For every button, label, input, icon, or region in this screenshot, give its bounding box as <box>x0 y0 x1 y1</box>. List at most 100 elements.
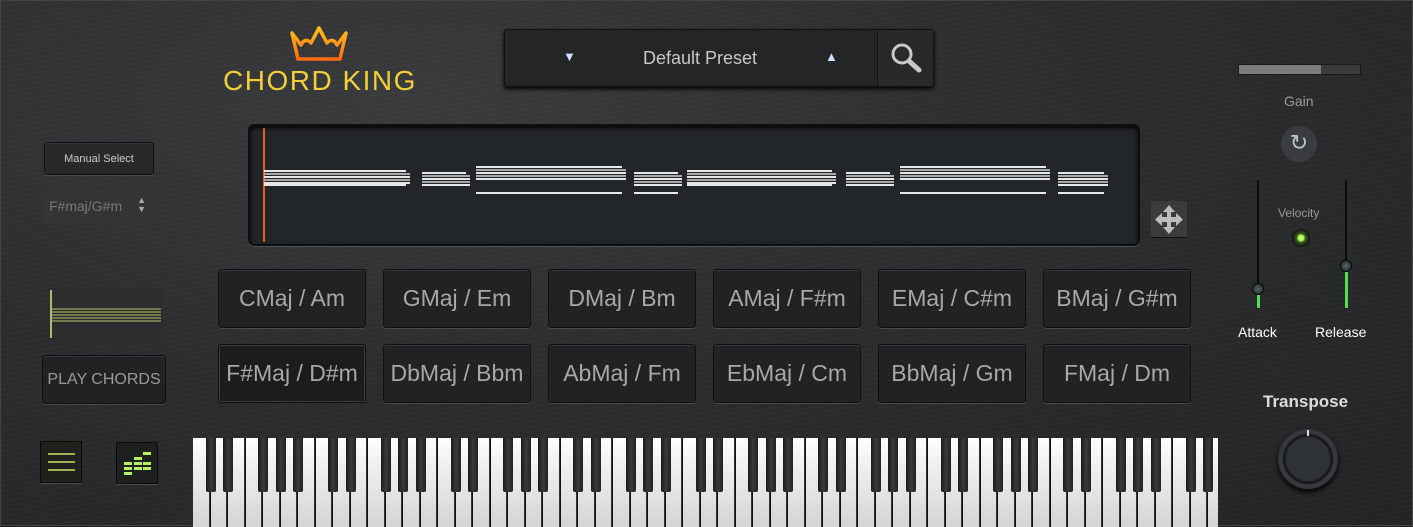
black-key[interactable] <box>223 438 233 492</box>
gain-slider[interactable] <box>1238 64 1361 75</box>
midi-note <box>846 175 894 177</box>
black-key[interactable] <box>643 438 653 492</box>
black-key[interactable] <box>520 438 531 492</box>
black-key[interactable] <box>695 438 706 492</box>
transpose-knob[interactable] <box>1278 429 1338 489</box>
midi-note <box>1058 192 1104 194</box>
midi-note <box>1058 184 1108 186</box>
play-chords-button[interactable]: PLAY CHORDS <box>42 355 166 404</box>
black-key[interactable] <box>468 438 478 492</box>
midi-note <box>687 170 832 172</box>
release-label: Release <box>1315 324 1367 340</box>
preset-next-button[interactable]: ▲ <box>825 49 838 64</box>
key-select-dropdown[interactable]: F#maj/G#m ▲ ▼ <box>43 189 156 223</box>
black-key[interactable] <box>205 438 216 492</box>
chord-button[interactable]: CMaj / Am <box>218 269 366 328</box>
black-key[interactable] <box>345 438 356 492</box>
black-key[interactable] <box>958 438 968 492</box>
midi-note <box>476 175 626 177</box>
chord-progression-display[interactable] <box>248 124 1140 246</box>
midi-note <box>264 170 406 172</box>
knob-indicator <box>1307 430 1309 436</box>
black-key[interactable] <box>328 438 338 492</box>
black-key[interactable] <box>1080 438 1091 492</box>
black-key[interactable] <box>905 438 916 492</box>
black-key[interactable] <box>258 438 268 492</box>
chord-button[interactable]: DMaj / Bm <box>548 269 696 328</box>
black-key[interactable] <box>415 438 426 492</box>
black-key[interactable] <box>293 438 303 492</box>
preset-name[interactable]: Default Preset <box>585 48 815 69</box>
midi-note <box>846 172 890 174</box>
black-key[interactable] <box>503 438 513 492</box>
reset-button[interactable]: ↻ <box>1281 126 1317 162</box>
midi-note <box>476 172 626 174</box>
attack-slider-thumb[interactable] <box>1252 282 1264 295</box>
release-slider-thumb[interactable] <box>1340 260 1352 273</box>
midi-note <box>900 169 1050 171</box>
midi-note <box>900 172 1050 174</box>
black-key[interactable] <box>748 438 758 492</box>
midi-note <box>422 181 470 183</box>
piano-keyboard[interactable] <box>193 438 1218 527</box>
preset-prev-button[interactable]: ▼ <box>563 49 576 64</box>
black-key[interactable] <box>835 438 846 492</box>
black-key[interactable] <box>573 438 583 492</box>
black-key[interactable] <box>590 438 601 492</box>
chord-king-plugin: CHORD KING ▼ Default Preset ▲ Manual Sel… <box>0 0 1413 527</box>
black-key[interactable] <box>625 438 636 492</box>
black-key[interactable] <box>783 438 793 492</box>
chord-button[interactable]: GMaj / Em <box>383 269 531 328</box>
chord-button[interactable]: BMaj / G#m <box>1043 269 1191 328</box>
black-key[interactable] <box>380 438 391 492</box>
midi-note <box>476 166 622 168</box>
chord-button[interactable]: EbMaj / Cm <box>713 344 861 403</box>
chord-button[interactable]: F#Maj / D#m <box>218 344 366 403</box>
black-key[interactable] <box>1150 438 1161 492</box>
black-key[interactable] <box>275 438 286 492</box>
black-key[interactable] <box>870 438 881 492</box>
move-icon <box>1155 205 1183 234</box>
drag-midi-button[interactable] <box>1151 201 1187 238</box>
black-key[interactable] <box>1010 438 1021 492</box>
black-key[interactable] <box>1115 438 1126 492</box>
midi-note <box>1058 175 1108 177</box>
midi-note <box>846 178 894 180</box>
black-key[interactable] <box>818 438 828 492</box>
midi-note <box>476 192 622 194</box>
black-key[interactable] <box>940 438 951 492</box>
menu-button[interactable] <box>40 441 82 483</box>
sequencer-button[interactable] <box>116 442 158 484</box>
black-key[interactable] <box>1185 438 1196 492</box>
black-key[interactable] <box>993 438 1003 492</box>
black-key[interactable] <box>1063 438 1073 492</box>
chord-button[interactable]: BbMaj / Gm <box>878 344 1026 403</box>
chord-button[interactable]: AbMaj / Fm <box>548 344 696 403</box>
black-key[interactable] <box>765 438 776 492</box>
black-key[interactable] <box>1203 438 1213 492</box>
crown-logo-icon <box>290 26 348 61</box>
midi-note <box>634 172 678 174</box>
chord-button[interactable]: FMaj / Dm <box>1043 344 1191 403</box>
chord-button[interactable]: DbMaj / Bbm <box>383 344 531 403</box>
black-key[interactable] <box>1028 438 1038 492</box>
midi-note <box>476 178 626 180</box>
black-key[interactable] <box>660 438 671 492</box>
midi-note <box>846 181 894 183</box>
black-key[interactable] <box>538 438 548 492</box>
black-key[interactable] <box>713 438 723 492</box>
preset-search-button[interactable] <box>877 30 933 86</box>
chord-button[interactable]: EMaj / C#m <box>878 269 1026 328</box>
black-key[interactable] <box>888 438 898 492</box>
midi-note <box>687 184 832 186</box>
release-slider-fill <box>1344 272 1348 308</box>
black-key[interactable] <box>1133 438 1143 492</box>
black-key[interactable] <box>450 438 461 492</box>
velocity-toggle[interactable] <box>1292 229 1310 247</box>
black-key[interactable] <box>398 438 408 492</box>
transpose-label: Transpose <box>1263 392 1349 411</box>
midi-note <box>264 173 410 175</box>
chord-button[interactable]: AMaj / F#m <box>713 269 861 328</box>
manual-select-button[interactable]: Manual Select <box>44 142 154 175</box>
updown-arrows-icon[interactable]: ▲ ▼ <box>137 196 146 214</box>
